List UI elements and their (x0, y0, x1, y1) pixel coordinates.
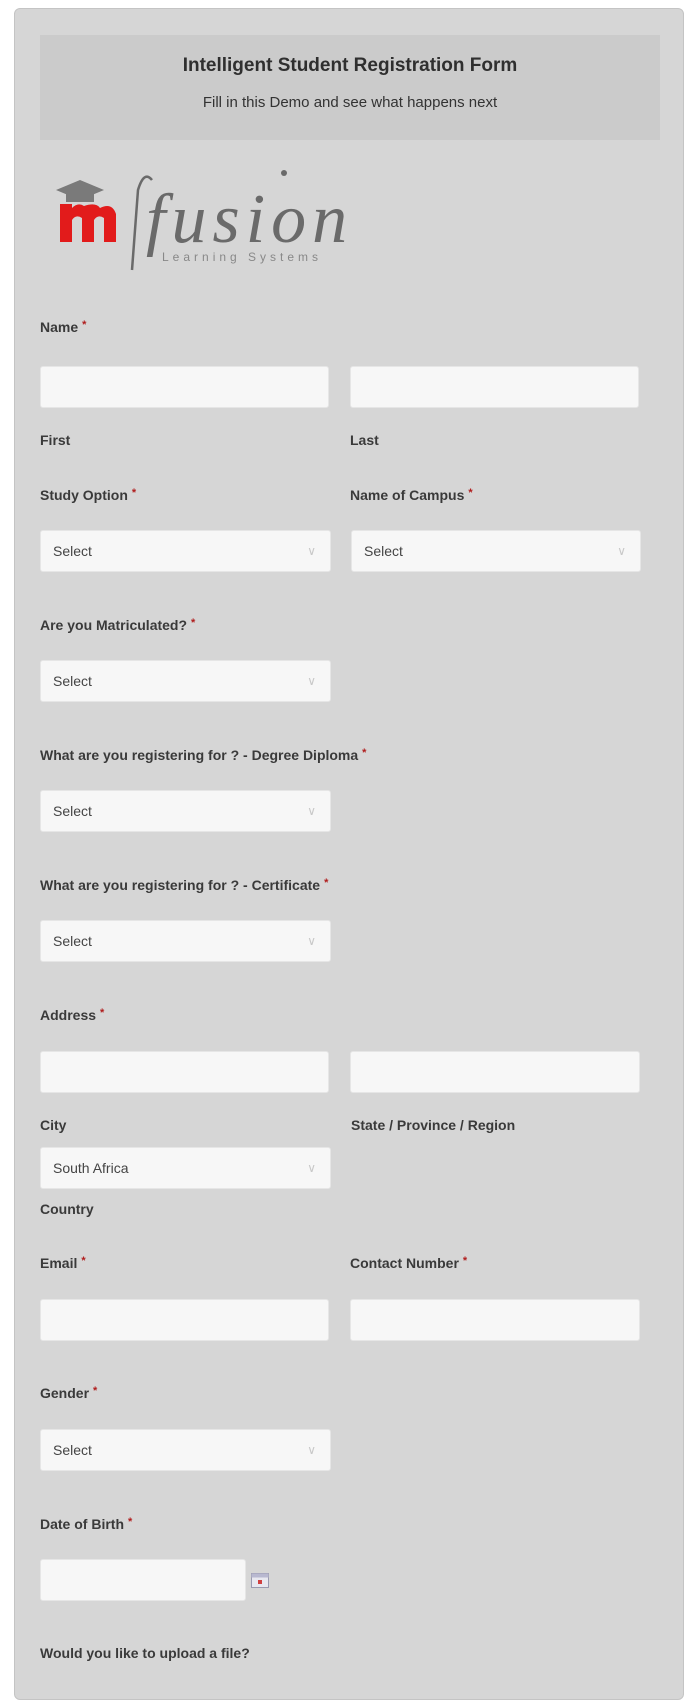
chevron-down-icon: ∨ (307, 544, 316, 558)
study-option-select[interactable]: Select ∨ (40, 530, 331, 572)
dob-label: Date of Birth * (40, 1516, 133, 1532)
form-title: Intelligent Student Registration Form (182, 55, 518, 76)
required-marker: * (82, 319, 87, 331)
first-name-input[interactable] (40, 366, 329, 408)
logo-word: fusion (146, 181, 353, 258)
certificate-label: What are you registering for ? - Certifi… (40, 877, 329, 893)
study-option-label: Study Option * (40, 487, 137, 503)
campus-select[interactable]: Select ∨ (351, 530, 641, 572)
contact-number-label: Contact Number * (350, 1255, 468, 1271)
chevron-down-icon: ∨ (307, 934, 316, 948)
gender-label: Gender * (40, 1385, 98, 1401)
upload-label: Would you like to upload a file? (40, 1645, 250, 1661)
country-sublabel: Country (40, 1201, 94, 1217)
campus-label: Name of Campus * (350, 487, 473, 503)
last-name-input[interactable] (350, 366, 639, 408)
first-sublabel: First (40, 432, 71, 448)
contact-number-input[interactable] (350, 1299, 640, 1341)
matriculated-label: Are you Matriculated? * (40, 617, 196, 633)
gender-select[interactable]: Select ∨ (40, 1429, 331, 1471)
mfusion-logo: fusion Learning Systems (56, 170, 353, 271)
matriculated-select[interactable]: Select ∨ (40, 660, 331, 702)
chevron-down-icon: ∨ (307, 1161, 316, 1175)
degree-diploma-select[interactable]: Select ∨ (40, 790, 331, 832)
degree-diploma-label: What are you registering for ? - Degree … (40, 747, 367, 763)
state-sublabel: State / Province / Region (351, 1117, 516, 1133)
calendar-icon[interactable] (251, 1572, 269, 1588)
email-label: Email * (40, 1255, 86, 1271)
state-input[interactable] (350, 1051, 640, 1093)
address-label: Address * (40, 1007, 105, 1023)
dob-input[interactable] (40, 1559, 246, 1601)
chevron-down-icon: ∨ (307, 804, 316, 818)
country-select[interactable]: South Africa ∨ (40, 1147, 331, 1189)
chevron-down-icon: ∨ (307, 674, 316, 688)
certificate-select[interactable]: Select ∨ (40, 920, 331, 962)
chevron-down-icon: ∨ (617, 544, 626, 558)
form-header: Intelligent Student Registration Form Fi… (40, 35, 660, 140)
last-sublabel: Last (350, 432, 379, 448)
city-sublabel: City (40, 1117, 67, 1133)
chevron-down-icon: ∨ (307, 1443, 316, 1457)
name-label: Name * (40, 319, 87, 335)
logo-tagline: Learning Systems (162, 250, 322, 264)
form-subtitle: Fill in this Demo and see what happens n… (202, 94, 498, 111)
city-input[interactable] (40, 1051, 329, 1093)
logo-m-mark (60, 204, 116, 242)
email-input[interactable] (40, 1299, 329, 1341)
